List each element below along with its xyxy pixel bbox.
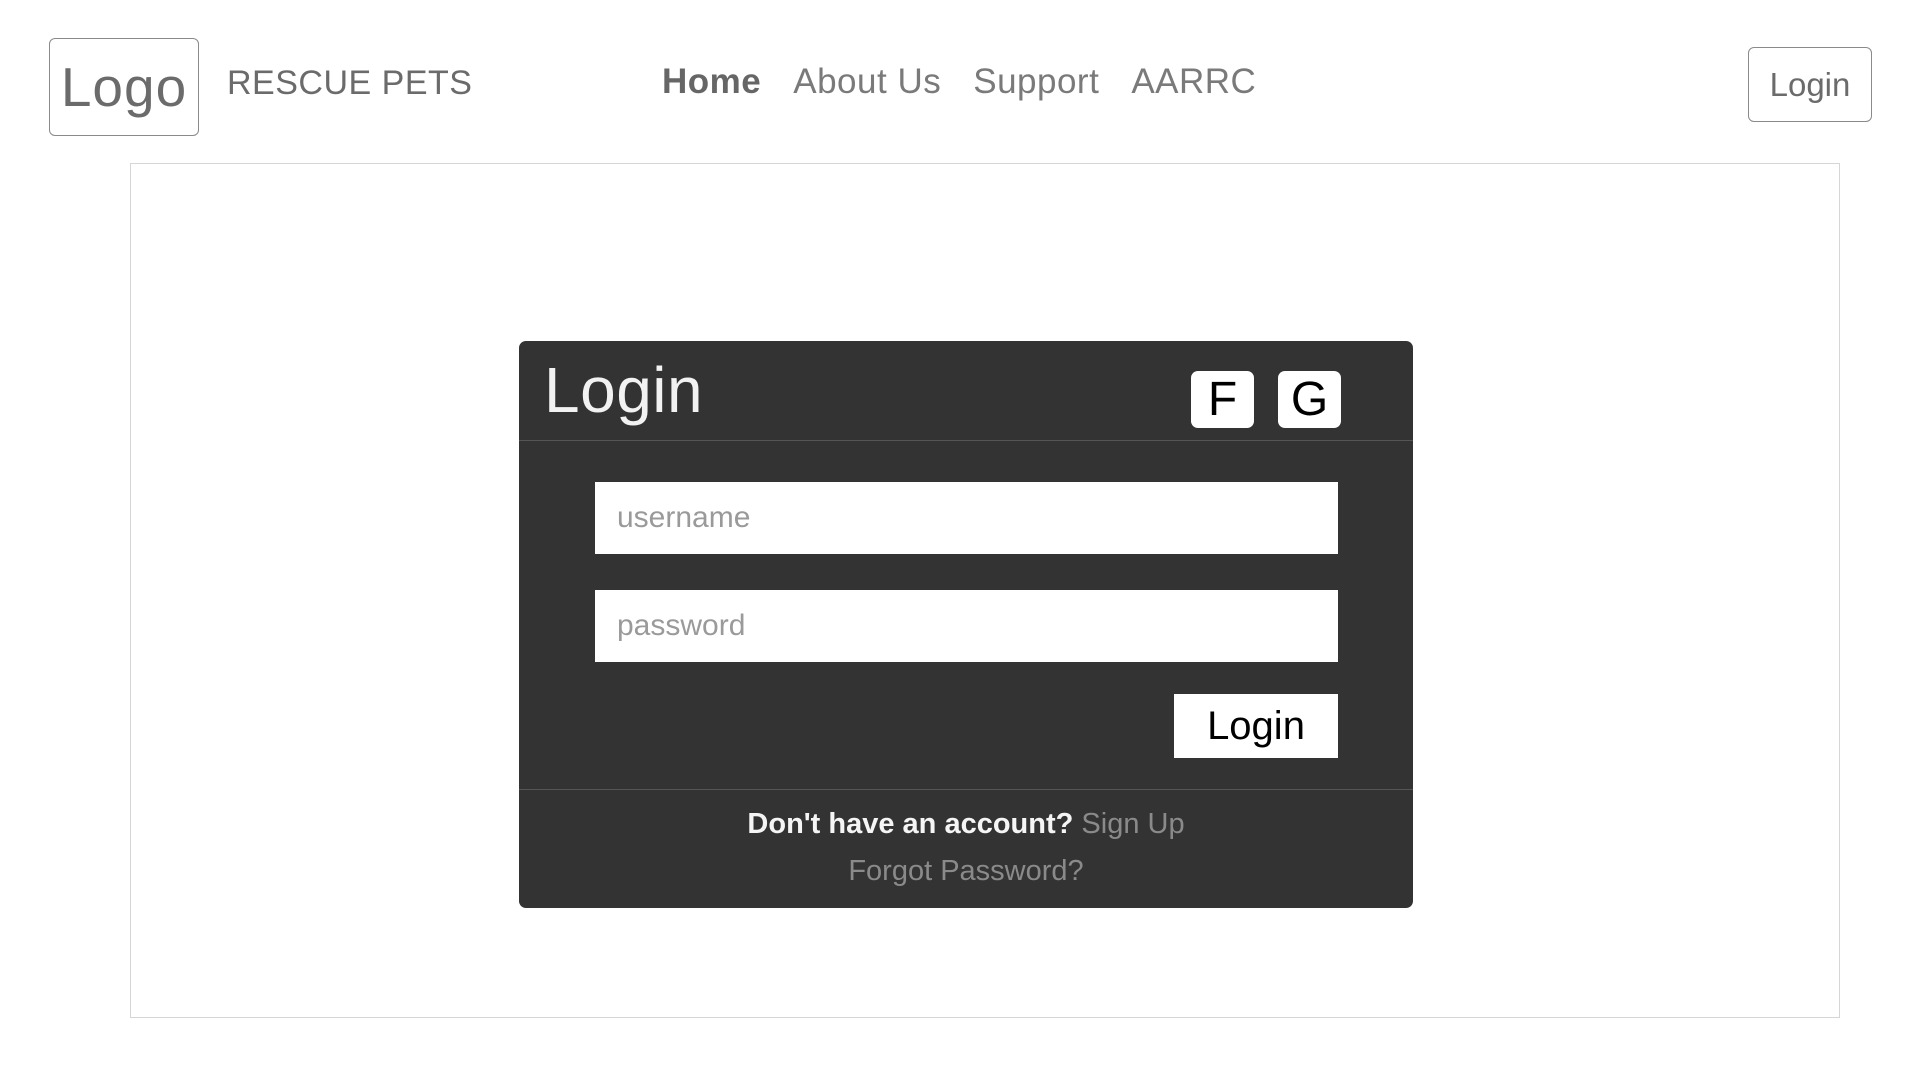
- google-login-button[interactable]: G: [1278, 371, 1341, 428]
- signup-link[interactable]: Sign Up: [1081, 808, 1184, 840]
- username-input[interactable]: [595, 482, 1338, 554]
- nav-link-aarrc[interactable]: AARRC: [1131, 62, 1256, 102]
- logo[interactable]: Logo: [49, 38, 199, 136]
- forgot-password-link[interactable]: Forgot Password?: [519, 855, 1413, 888]
- login-card-header: Login F G: [519, 341, 1413, 441]
- login-card: Login F G Login Don't have an account? S…: [519, 341, 1413, 908]
- login-title: Login: [544, 354, 704, 426]
- brand-name: RESCUE PETS: [227, 64, 473, 102]
- nav-link-about-us[interactable]: About Us: [793, 62, 941, 102]
- login-card-footer: Don't have an account? Sign Up Forgot Pa…: [519, 789, 1413, 908]
- signup-prompt: Don't have an account? Sign Up: [519, 808, 1413, 841]
- header-login-button[interactable]: Login: [1748, 47, 1872, 122]
- login-submit-button[interactable]: Login: [1174, 694, 1338, 758]
- nav-link-home[interactable]: Home: [662, 62, 761, 102]
- page: Logo RESCUE PETS Home About Us Support A…: [0, 0, 1920, 1080]
- facebook-login-button[interactable]: F: [1191, 371, 1254, 428]
- password-input[interactable]: [595, 590, 1338, 662]
- no-account-text: Don't have an account?: [747, 808, 1074, 840]
- nav-link-support[interactable]: Support: [973, 62, 1099, 102]
- main-nav: Home About Us Support AARRC: [662, 62, 1256, 102]
